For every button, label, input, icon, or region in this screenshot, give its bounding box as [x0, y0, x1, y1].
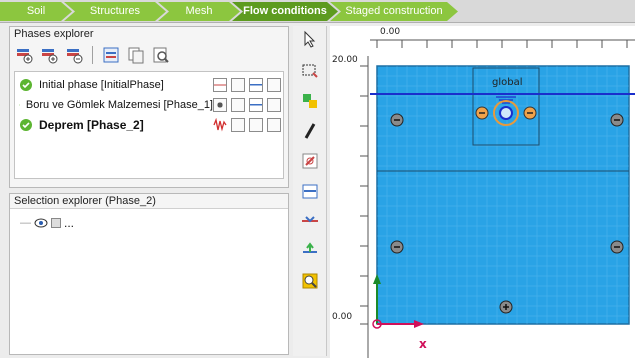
phases-explorer-panel: Phases explorer Initial phase [InitialPh…: [9, 26, 289, 188]
add-phase-icon[interactable]: [14, 45, 34, 65]
phase-label: Deprem [Phase_2]: [39, 118, 144, 132]
copy-phase-icon[interactable]: [126, 45, 146, 65]
preview-phase-icon[interactable]: [151, 45, 171, 65]
calc-type-icon[interactable]: [213, 78, 227, 92]
insert-phase-icon[interactable]: [39, 45, 59, 65]
eye-icon[interactable]: [34, 218, 48, 228]
loading-type-icon[interactable]: [231, 118, 245, 132]
well-icon[interactable]: [299, 240, 321, 262]
tab-flow-conditions[interactable]: Flow conditions: [232, 2, 338, 21]
vertical-toolbar: [293, 26, 327, 356]
selection-item-label: ...: [64, 216, 75, 230]
group-icon[interactable]: [299, 90, 321, 112]
boundary-marker-top-left[interactable]: [390, 113, 404, 127]
top-ruler-value: 0.00: [380, 27, 401, 37]
phase-label: Initial phase [InitialPhase]: [39, 79, 164, 91]
pore-pressure-icon[interactable]: [249, 98, 263, 112]
drawing-canvas[interactable]: 0.00 20.00 0.00 global x: [330, 26, 635, 358]
left-ruler-bottom-value: 0.00: [332, 312, 353, 322]
selection-tree-row[interactable]: — ...: [20, 216, 74, 230]
phase-row-phase-1[interactable]: Boru ve Gömlek Malzemesi [Phase_1]: [19, 96, 281, 114]
phase-row-phase-2[interactable]: Deprem [Phase_2]: [19, 116, 281, 134]
tree-line: —: [20, 217, 31, 229]
model-view[interactable]: [330, 26, 635, 358]
disable-icon[interactable]: [299, 150, 321, 172]
delete-phase-icon[interactable]: [64, 45, 84, 65]
phase-tab-bar: Soil Structures Mesh Flow conditions Sta…: [0, 0, 635, 23]
pipe-minus-left[interactable]: [475, 106, 489, 120]
flow-boundary-icon[interactable]: [299, 210, 321, 232]
toolbar-separator: [92, 46, 93, 64]
boundary-marker-mid-left[interactable]: [390, 240, 404, 254]
water-level-icon[interactable]: [299, 180, 321, 202]
selection-explorer-title: Selection explorer (Phase_2): [10, 194, 288, 209]
phases-toolbar: [10, 42, 288, 68]
phase-label: Boru ve Gömlek Malzemesi [Phase_1]: [25, 99, 213, 111]
calculated-check-icon: [20, 119, 32, 131]
pipe-core[interactable]: [499, 106, 513, 120]
boundary-marker-top-right[interactable]: [610, 113, 624, 127]
calculated-check-icon: [19, 104, 20, 106]
select-pointer-icon[interactable]: [299, 28, 321, 50]
loading-type-icon[interactable]: [231, 98, 245, 112]
soil-cluster[interactable]: [376, 65, 630, 325]
time-icon[interactable]: [267, 98, 281, 112]
tab-soil[interactable]: Soil: [0, 2, 72, 21]
pipe-minus-right[interactable]: [523, 106, 537, 120]
multi-select-icon[interactable]: [299, 60, 321, 82]
pore-pressure-icon[interactable]: [249, 78, 263, 92]
boundary-marker-bottom[interactable]: [499, 300, 513, 314]
edit-phase-icon[interactable]: [101, 45, 121, 65]
selection-explorer-panel: Selection explorer (Phase_2) — ...: [9, 193, 289, 355]
boundary-marker-mid-right[interactable]: [610, 240, 624, 254]
phases-explorer-title: Phases explorer: [10, 27, 288, 42]
draw-line-icon[interactable]: [299, 120, 321, 142]
calculated-check-icon: [20, 79, 32, 91]
view-icon[interactable]: [299, 270, 321, 292]
dynamic-icon[interactable]: [213, 118, 227, 132]
pore-pressure-icon[interactable]: [249, 118, 263, 132]
x-axis-label: x: [419, 337, 427, 351]
global-label: global: [492, 77, 523, 88]
phase-row-initial[interactable]: Initial phase [InitialPhase]: [19, 76, 281, 94]
grid-icon: [51, 218, 61, 228]
time-icon[interactable]: [267, 118, 281, 132]
left-ruler-top-value: 20.00: [332, 55, 358, 65]
phases-list: Initial phase [InitialPhase] Boru ve Göm…: [14, 71, 284, 179]
loading-type-icon[interactable]: [231, 78, 245, 92]
time-icon[interactable]: [267, 78, 281, 92]
tab-structures[interactable]: Structures: [64, 2, 166, 21]
tab-mesh[interactable]: Mesh: [158, 2, 240, 21]
calc-type-icon[interactable]: [213, 98, 227, 112]
tab-staged-construction[interactable]: Staged construction: [330, 2, 458, 21]
